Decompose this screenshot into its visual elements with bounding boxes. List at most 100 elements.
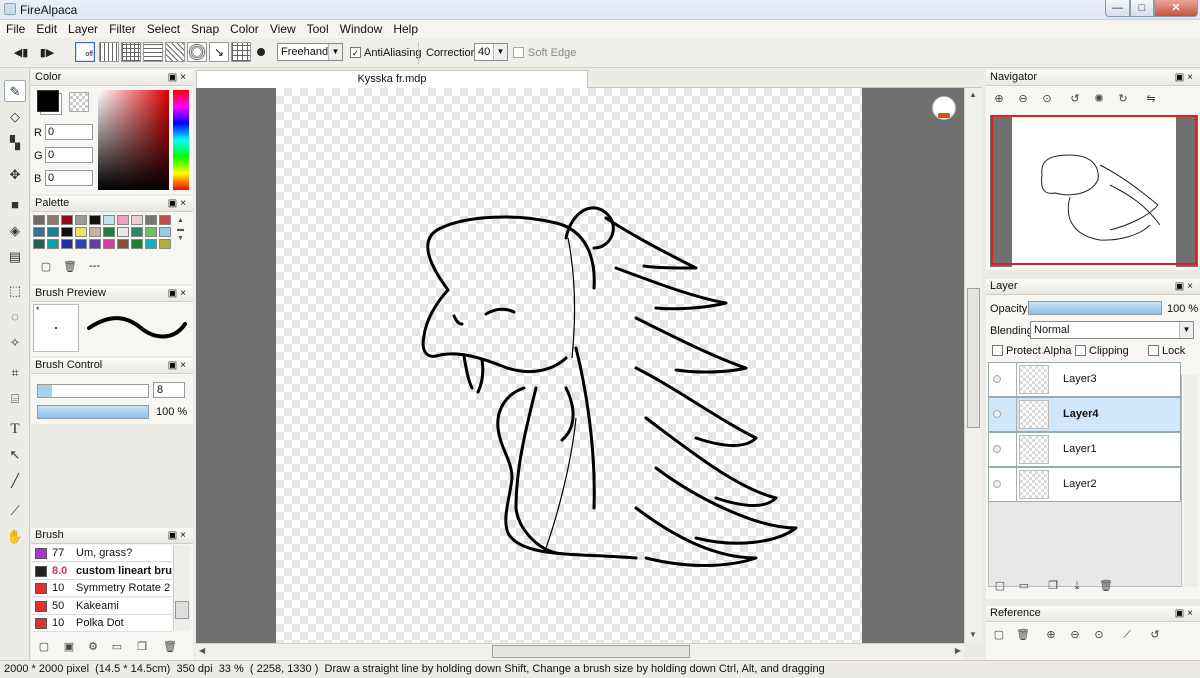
panel-float-icon[interactable]: ▣× [168, 196, 189, 211]
operation-tool-icon[interactable]: ↖ [4, 444, 26, 466]
panel-float-icon[interactable]: ▣× [1175, 606, 1196, 621]
select-pen-tool-icon[interactable]: ⌗ [4, 362, 26, 384]
pen-tool-icon[interactable]: ✎ [4, 80, 26, 102]
palette-swatch[interactable] [117, 239, 129, 249]
brush-item[interactable]: 10 Symmetry Rotate 2 [32, 580, 172, 598]
brush-size-slider[interactable] [37, 384, 149, 398]
palette-swatch[interactable] [89, 239, 101, 249]
palette-swatch[interactable] [61, 239, 73, 249]
new-layer-icon[interactable]: ▢ [993, 579, 1007, 593]
layer-item[interactable]: Layer1 [988, 432, 1181, 467]
menu-window[interactable]: Window [334, 20, 388, 37]
zoom-reset-icon[interactable]: ⊙ [1040, 92, 1054, 106]
palette-more[interactable]: --- [89, 260, 100, 272]
palette-swatch[interactable] [89, 227, 101, 237]
palette-swatch[interactable] [159, 227, 171, 237]
palette-swatch[interactable] [75, 215, 87, 225]
delete-layer-icon[interactable]: 🗑 [1099, 579, 1113, 593]
palette-swatch[interactable] [47, 239, 59, 249]
palette-swatch[interactable] [145, 215, 157, 225]
reference-eyedropper-icon[interactable]: ⟋ [1120, 628, 1134, 642]
brush-item[interactable]: 77 Um, grass? [32, 545, 172, 562]
duplicate-layer-icon[interactable]: ❐ [1046, 579, 1060, 593]
brush-folder-icon[interactable]: ▭ [110, 640, 124, 654]
menu-help[interactable]: Help [387, 20, 423, 37]
palette-swatch[interactable] [145, 239, 157, 249]
panel-float-icon[interactable]: ▣× [1175, 70, 1196, 85]
panel-float-icon[interactable]: ▣× [168, 528, 189, 543]
palette-swatch[interactable] [117, 215, 129, 225]
maximize-button[interactable]: □ [1130, 0, 1154, 17]
next-brush-icon[interactable]: ▮▶ [38, 44, 56, 62]
layer-item[interactable]: Layer2 [988, 467, 1181, 502]
snap-horizontal-icon[interactable] [143, 42, 163, 62]
primary-color-swatch[interactable] [37, 90, 59, 112]
saturation-value-picker[interactable] [98, 90, 169, 190]
dot-tool-icon[interactable]: ▚ [4, 132, 26, 154]
layer-visibility-toggle[interactable] [989, 433, 1017, 466]
canvas-area[interactable] [196, 88, 964, 643]
transparent-color-swatch[interactable] [69, 92, 89, 112]
palette-swatch[interactable] [103, 227, 115, 237]
menu-layer[interactable]: Layer [62, 20, 103, 37]
layer-item[interactable]: Layer4 [988, 397, 1181, 432]
navigator-view-frame[interactable] [991, 115, 1197, 265]
hand-tool-icon[interactable]: ✋ [4, 526, 26, 548]
panel-float-icon[interactable]: ▣× [1175, 279, 1196, 294]
snap-curve-icon[interactable]: ↘ [209, 42, 229, 62]
palette-swatch[interactable] [61, 227, 73, 237]
brush-mode-select[interactable]: Freehand ▼ [277, 43, 343, 61]
navigator-preview[interactable] [990, 115, 1198, 267]
snap-parallel-icon[interactable] [99, 42, 119, 62]
panel-float-icon[interactable]: ▣× [168, 358, 189, 373]
duplicate-brush-icon[interactable]: ❐ [135, 640, 149, 654]
zoom-out-icon[interactable]: ⊖ [1016, 92, 1030, 106]
flip-horizontal-icon[interactable]: ⇋ [1144, 92, 1158, 106]
new-folder-icon[interactable]: ▭ [1017, 579, 1031, 593]
palette-swatch[interactable] [131, 239, 143, 249]
palette-swatch[interactable] [159, 239, 171, 249]
open-reference-icon[interactable]: ▢ [992, 628, 1006, 642]
correction-select[interactable]: 40 ▼ [474, 43, 508, 61]
copy-brush-icon[interactable]: ▣ [62, 640, 76, 654]
text-tool-icon[interactable]: T [4, 418, 26, 440]
delete-brush-icon[interactable]: 🗑 [163, 640, 177, 654]
rotate-left-icon[interactable]: ↺ [1068, 92, 1082, 106]
snap-settings-icon[interactable] [257, 48, 265, 56]
zoom-in-icon[interactable]: ⊕ [992, 92, 1006, 106]
menu-filter[interactable]: Filter [103, 20, 141, 37]
protect-alpha-checkbox[interactable] [992, 345, 1003, 356]
layer-visibility-toggle[interactable] [989, 363, 1017, 396]
select-tool-icon[interactable]: ⬚ [4, 280, 26, 302]
menu-select[interactable]: Select [141, 20, 185, 37]
delete-palette-icon[interactable]: 🗑 [63, 260, 77, 274]
palette-swatch[interactable] [47, 227, 59, 237]
merge-layer-icon[interactable]: ⤓ [1070, 579, 1084, 593]
menu-edit[interactable]: Edit [30, 20, 62, 37]
lock-checkbox[interactable] [1148, 345, 1159, 356]
brush-list-scrollbar[interactable] [173, 545, 190, 631]
minimize-button[interactable]: — [1105, 0, 1130, 17]
palette-swatch[interactable] [131, 227, 143, 237]
gradient-tool-icon[interactable]: ▤ [4, 246, 26, 268]
panel-float-icon[interactable]: ▣× [168, 70, 189, 85]
antialiasing-checkbox[interactable]: ✓ [350, 47, 361, 58]
r-input[interactable]: 0 [45, 124, 93, 140]
palette-swatch[interactable] [33, 239, 45, 249]
snap-diagonal-icon[interactable] [165, 42, 185, 62]
brush-opacity-slider[interactable] [37, 405, 149, 419]
menu-file[interactable]: File [0, 20, 30, 37]
snap-grid-icon[interactable] [121, 42, 141, 62]
canvas[interactable] [276, 88, 862, 643]
palette-swatch[interactable] [47, 215, 59, 225]
close-button[interactable]: ✕ [1154, 0, 1198, 17]
eraser-tool-icon[interactable]: ◇ [4, 106, 26, 128]
clipping-checkbox[interactable] [1075, 345, 1086, 356]
palette-swatch[interactable] [145, 227, 157, 237]
menu-color[interactable]: Color [224, 20, 264, 37]
palette-scroll-icon[interactable]: ▲ ▬ ▼ [177, 216, 184, 243]
eyedropper-tool-icon[interactable]: ⟋ [4, 500, 26, 522]
palette-swatch[interactable] [103, 215, 115, 225]
document-tab[interactable]: Kysska fr.mdp [196, 70, 588, 88]
menu-view[interactable]: View [264, 20, 301, 37]
